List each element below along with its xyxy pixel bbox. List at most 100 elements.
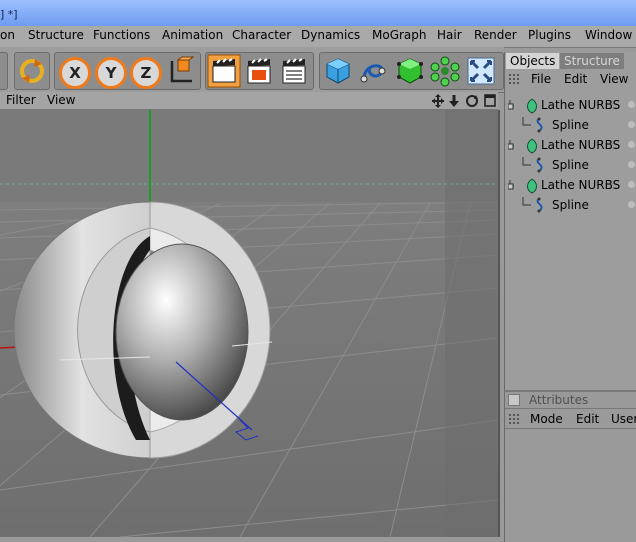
object-label: Spline: [552, 158, 589, 172]
window-title: ] *]: [0, 8, 18, 21]
viewport-menu-filter[interactable]: Filter: [6, 93, 36, 107]
maximize-view-icon[interactable]: [484, 94, 496, 107]
rotate-tool-button[interactable]: [17, 56, 51, 88]
attributes-menu-mode[interactable]: Mode: [530, 412, 563, 426]
spline-object-icon: [522, 197, 543, 213]
attributes-menu-divider: [505, 428, 636, 429]
visibility-dot[interactable]: [628, 101, 635, 108]
menu-item-functions[interactable]: Functions: [93, 28, 150, 42]
viewport-menu-view[interactable]: View: [47, 93, 75, 107]
object-row-spline-1[interactable]: Spline: [505, 115, 636, 135]
menu-item-hair[interactable]: Hair: [437, 28, 462, 42]
menu-item-window[interactable]: Window: [585, 28, 632, 42]
attributes-divider: [505, 408, 636, 409]
cube-primitive-icon: [326, 58, 350, 84]
toolbar-group-axis: X Y Z: [54, 52, 201, 90]
y-axis-lock-icon: Y: [95, 57, 127, 89]
spline-icon: [360, 64, 386, 83]
z-axis-lock-button[interactable]: Z: [129, 57, 163, 89]
main-menu-bar: on Structure Functions Animation Charact…: [0, 26, 636, 48]
rotate-view-icon[interactable]: [466, 95, 478, 107]
spline-button[interactable]: [358, 55, 392, 87]
array-icon: [430, 56, 460, 87]
object-row-lathe-nurbs-1[interactable]: Lathe NURBS: [505, 95, 636, 115]
inner-sphere: [115, 243, 249, 421]
nurbs-icon: [397, 58, 423, 84]
deformer-button[interactable]: [465, 55, 499, 87]
lathe-nurbs-icon: [508, 98, 537, 114]
viewport-background: [0, 110, 498, 210]
nurbs-button[interactable]: [394, 55, 428, 87]
move-view-icon[interactable]: [432, 94, 444, 108]
3d-viewport[interactable]: [0, 110, 500, 537]
object-label: Spline: [552, 118, 589, 132]
render-settings-icon: [282, 58, 306, 84]
visibility-dot[interactable]: [628, 201, 635, 208]
toolbar-group-render: [205, 52, 314, 90]
x-axis-lock-button[interactable]: X: [58, 57, 92, 89]
x-axis-lock-icon: X: [59, 57, 91, 89]
object-row-spline-2[interactable]: Spline: [505, 155, 636, 175]
cube-primitive-button[interactable]: [322, 55, 356, 87]
spline-object-icon: [522, 117, 543, 133]
objects-menu-file[interactable]: File: [531, 72, 551, 86]
coordinate-system-button[interactable]: [164, 55, 198, 87]
panel-grip-icon[interactable]: [509, 414, 521, 426]
objects-menu-edit[interactable]: Edit: [564, 72, 587, 86]
lathe-nurbs-icon: [508, 138, 537, 154]
render-view-button[interactable]: [207, 54, 241, 88]
attributes-menu-user[interactable]: User: [611, 412, 636, 426]
object-label: Lathe NURBS: [541, 138, 621, 152]
visibility-dot[interactable]: [628, 181, 635, 188]
y-axis-lock-button[interactable]: Y: [94, 57, 128, 89]
main-toolbar: X Y Z: [0, 47, 504, 93]
render-view-icon: [207, 54, 241, 88]
array-button[interactable]: [429, 55, 463, 87]
object-label: Lathe NURBS: [541, 178, 621, 192]
viewport-menu-bar: Filter View: [0, 92, 498, 110]
menu-item-structure[interactable]: Structure: [28, 28, 84, 42]
render-settings-button[interactable]: [278, 55, 312, 87]
toolbar-group-objects: [319, 52, 504, 90]
viewport-safe-frame: [445, 110, 498, 537]
panel-grip-icon[interactable]: [509, 74, 521, 86]
visibility-dot[interactable]: [628, 161, 635, 168]
menu-item-character[interactable]: Character: [232, 28, 291, 42]
menu-item-on[interactable]: on: [0, 28, 15, 42]
lathe-nurbs-icon: [508, 178, 537, 194]
viewport-scene[interactable]: [0, 110, 498, 537]
z-axis-lock-icon: Z: [130, 57, 162, 89]
attributes-menu-edit[interactable]: Edit: [576, 412, 599, 426]
tab-structure[interactable]: Structure: [560, 53, 624, 69]
toolbar-group-edge: [0, 52, 8, 90]
viewport-nav-controls: [432, 94, 496, 108]
object-label: Lathe NURBS: [541, 98, 621, 112]
visibility-dot[interactable]: [628, 141, 635, 148]
rotate-icon: [20, 59, 44, 83]
attributes-panel-icon: [508, 394, 520, 406]
coordinate-system-icon: [170, 56, 195, 83]
menu-item-mograph[interactable]: MoGraph: [372, 28, 427, 42]
menu-item-render[interactable]: Render: [474, 28, 517, 42]
attributes-title: Attributes: [529, 393, 589, 407]
window-title-bar: ] *]: [0, 0, 636, 26]
menu-item-dynamics[interactable]: Dynamics: [301, 28, 360, 42]
object-label: Spline: [552, 198, 589, 212]
render-picture-viewer-button[interactable]: [243, 55, 277, 87]
attributes-panel: Attributes Mode Edit User: [504, 390, 636, 542]
tab-objects[interactable]: Objects: [506, 53, 560, 69]
object-row-spline-3[interactable]: Spline: [505, 195, 636, 215]
render-picture-viewer-icon: [247, 58, 271, 84]
object-row-lathe-nurbs-3[interactable]: Lathe NURBS: [505, 175, 636, 195]
toolbar-group-rotate: [14, 52, 50, 90]
object-row-lathe-nurbs-2[interactable]: Lathe NURBS: [505, 135, 636, 155]
objects-panel: Objects Structure File Edit View Lathe N…: [504, 52, 636, 390]
menu-item-animation[interactable]: Animation: [162, 28, 223, 42]
menu-item-plugins[interactable]: Plugins: [528, 28, 571, 42]
objects-menu-view[interactable]: View: [600, 72, 628, 86]
deformer-icon: [467, 57, 495, 85]
visibility-dot[interactable]: [628, 121, 635, 128]
zoom-view-icon[interactable]: [449, 95, 459, 107]
spline-object-icon: [522, 157, 543, 173]
lathe-nurbs-object[interactable]: [13, 201, 273, 459]
